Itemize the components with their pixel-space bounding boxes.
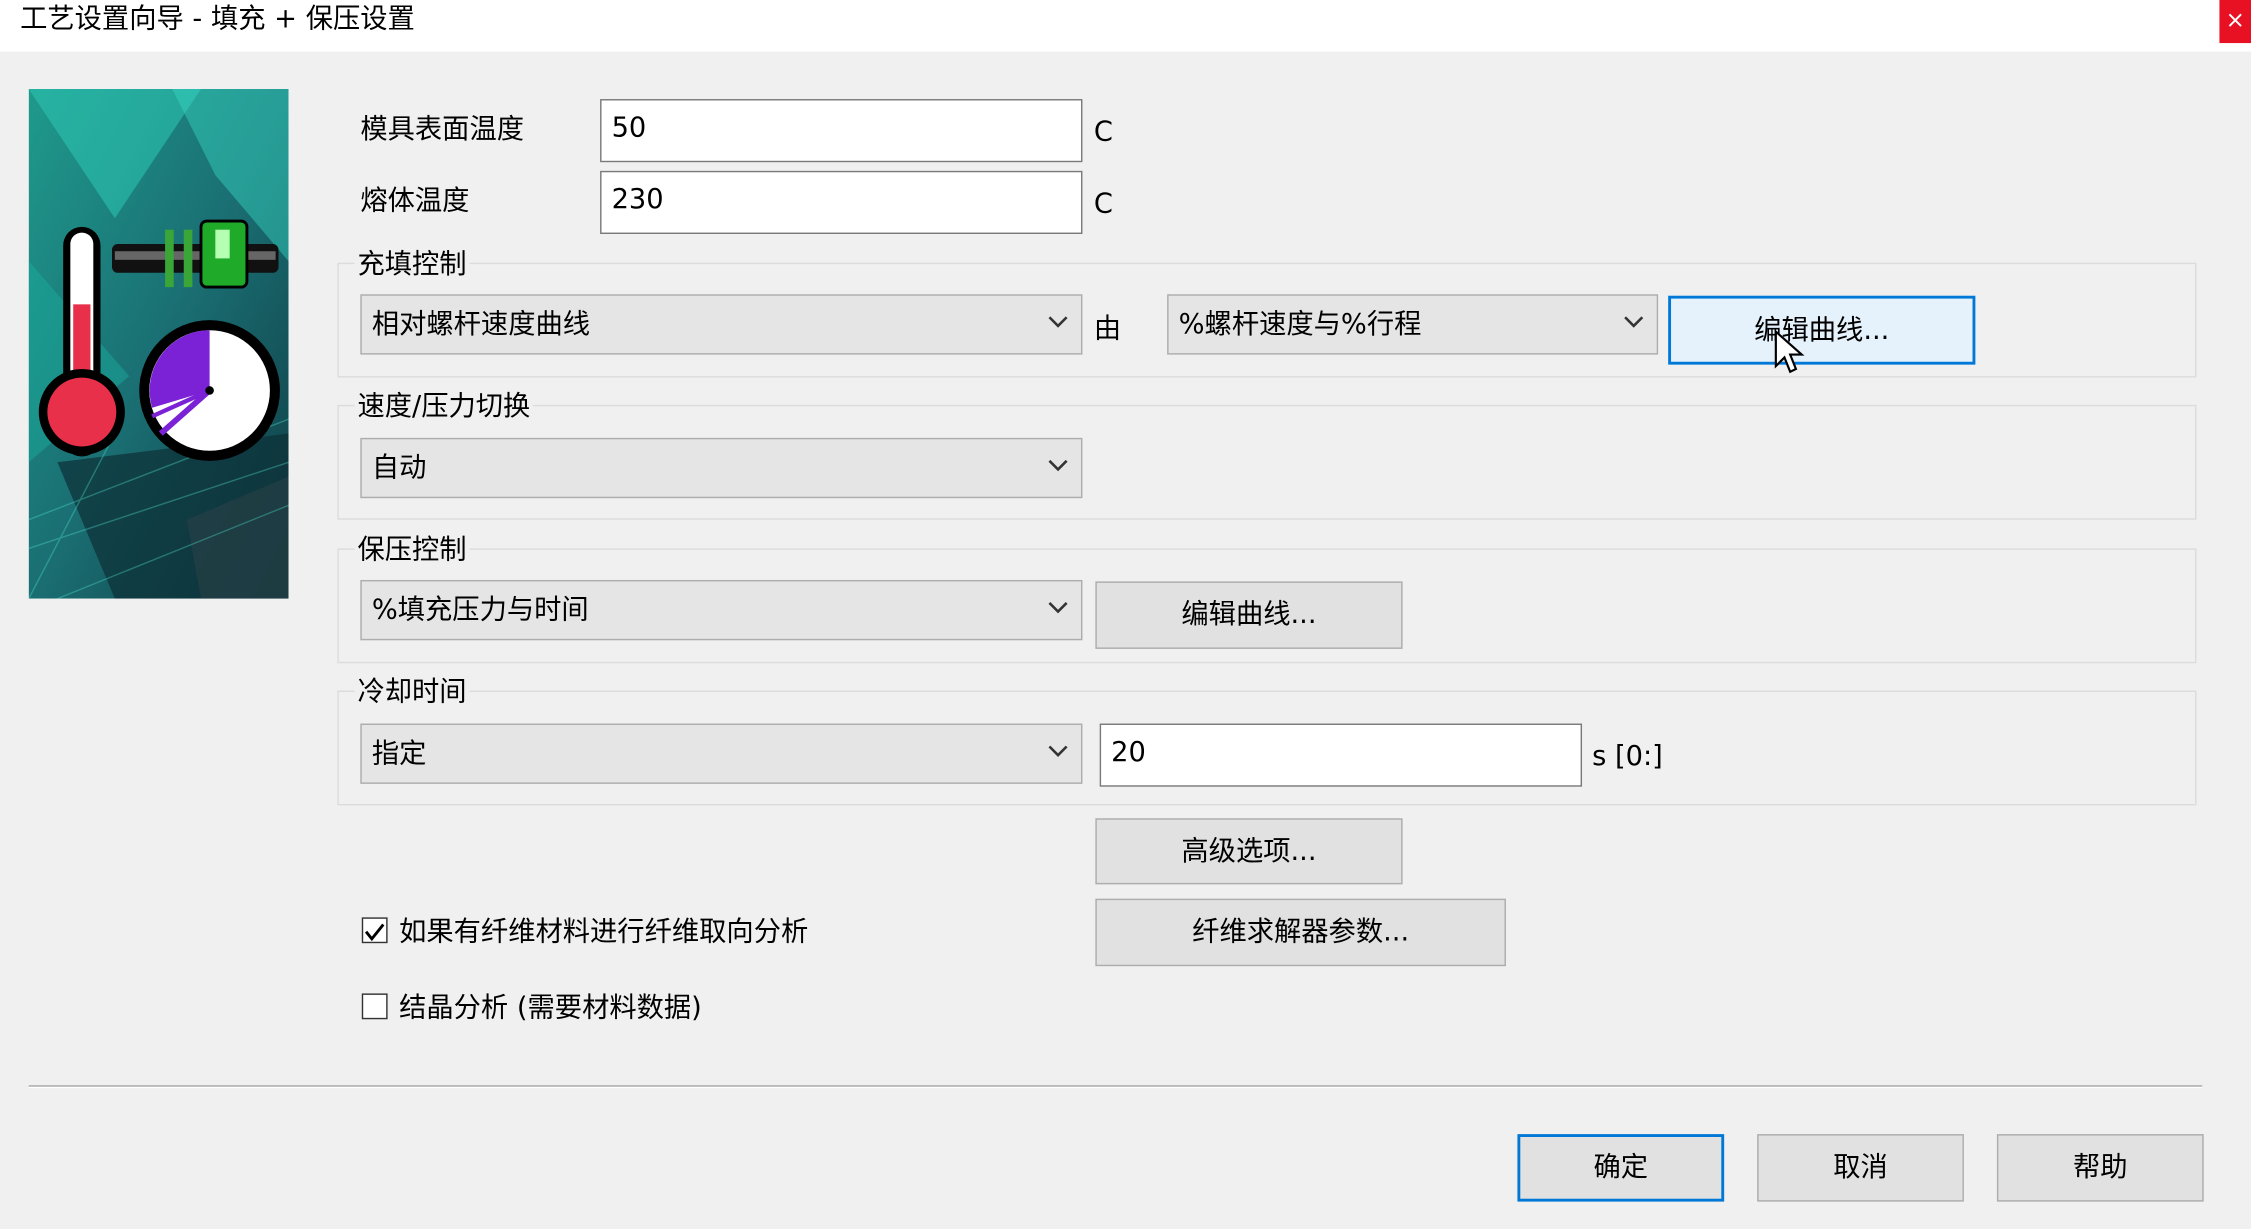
switchover-mode-value: 自动 xyxy=(371,452,427,484)
thermometer-clock-illustration-icon xyxy=(28,89,289,600)
crystallization-label: 结晶分析 (需要材料数据) xyxy=(399,991,702,1024)
fill-control-mode-select[interactable]: 相对螺杆速度曲线 xyxy=(360,294,1083,355)
pack-control-title: 保压控制 xyxy=(354,532,470,568)
cooling-time-input[interactable]: 20 xyxy=(1099,723,1583,787)
close-button[interactable]: × xyxy=(2219,0,2251,44)
pack-edit-curve-button[interactable]: 编辑曲线... xyxy=(1095,581,1403,649)
melt-temp-input[interactable]: 230 xyxy=(600,170,1083,235)
fiber-analysis-label: 如果有纤维材料进行纤维取向分析 xyxy=(399,915,809,948)
melt-temp-label: 熔体温度 xyxy=(360,185,470,217)
switchover-mode-select[interactable]: 自动 xyxy=(360,437,1083,499)
cooling-time-unit: s [0:] xyxy=(1592,740,1663,773)
ok-button[interactable]: 确定 xyxy=(1517,1134,1725,1202)
melt-temp-unit: C xyxy=(1093,188,1113,220)
cancel-button[interactable]: 取消 xyxy=(1757,1134,1964,1202)
mold-temp-unit: C xyxy=(1093,116,1113,148)
cooling-time-mode-select[interactable]: 指定 xyxy=(360,723,1083,784)
fill-edit-curve-button[interactable]: 编辑曲线... xyxy=(1668,295,1976,365)
wizard-image xyxy=(28,89,289,600)
window-title: 工艺设置向导 - 填充 + 保压设置 xyxy=(20,2,415,35)
fill-control-mode-value: 相对螺杆速度曲线 xyxy=(371,308,591,341)
fill-control-profile-select[interactable]: %螺杆速度与%行程 xyxy=(1167,294,1659,355)
cooling-time-title: 冷却时间 xyxy=(354,674,470,710)
fiber-analysis-checkbox[interactable] xyxy=(361,917,388,944)
chevron-down-icon xyxy=(1048,602,1068,614)
chevron-down-icon xyxy=(1048,745,1068,757)
fiber-solver-params-button[interactable]: 纤维求解器参数... xyxy=(1095,898,1506,967)
pack-control-mode-value: %填充压力与时间 xyxy=(371,594,589,626)
chevron-down-icon xyxy=(1048,459,1068,472)
checkmark-icon xyxy=(364,923,385,942)
switchover-title: 速度/压力切换 xyxy=(354,389,534,424)
fill-control-profile-value: %螺杆速度与%行程 xyxy=(1178,308,1422,341)
mold-temp-label: 模具表面温度 xyxy=(360,113,525,145)
chevron-down-icon xyxy=(1624,316,1644,328)
crystallization-checkbox[interactable] xyxy=(361,993,388,1020)
fill-control-title: 充填控制 xyxy=(354,246,470,282)
help-button[interactable]: 帮助 xyxy=(1996,1134,2204,1202)
mouse-pointer-icon xyxy=(1774,330,1805,374)
pack-control-mode-select[interactable]: %填充压力与时间 xyxy=(360,579,1083,641)
chevron-down-icon xyxy=(1048,316,1068,328)
advanced-options-button[interactable]: 高级选项... xyxy=(1095,818,1403,885)
footer-separator xyxy=(28,1085,2203,1089)
cooling-time-mode-value: 指定 xyxy=(371,737,427,770)
mold-temp-input[interactable]: 50 xyxy=(600,99,1083,163)
title-bar: 工艺设置向导 - 填充 + 保压设置 × xyxy=(0,0,2251,52)
fill-control-by-label: 由 xyxy=(1093,312,1122,345)
